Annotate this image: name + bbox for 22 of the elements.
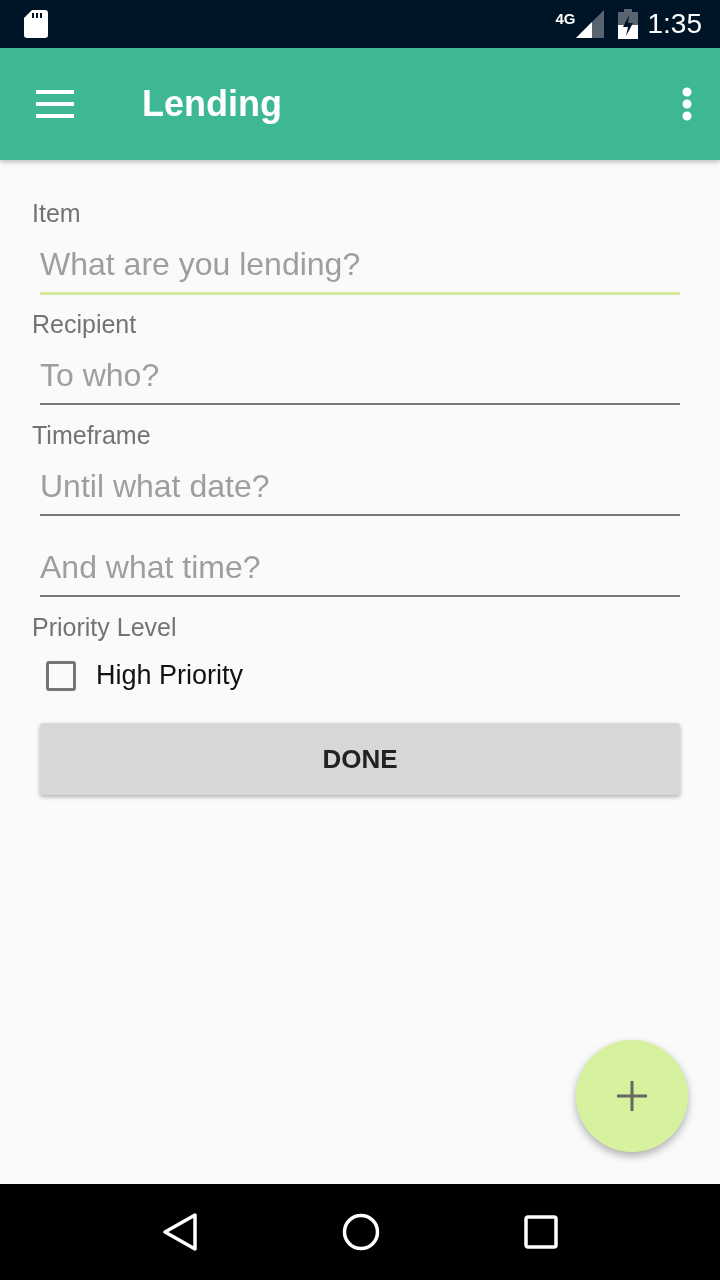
field-label: Item bbox=[32, 198, 82, 228]
sd-card-icon bbox=[24, 10, 48, 38]
input-field[interactable]: And what time? bbox=[40, 539, 680, 597]
clock: 1:35 bbox=[647, 8, 702, 40]
plus-icon bbox=[617, 1081, 647, 1111]
field-label: Timeframe bbox=[32, 420, 152, 450]
home-icon[interactable] bbox=[342, 1213, 380, 1251]
input-field[interactable]: To who? bbox=[40, 347, 680, 405]
field-label: Priority Level bbox=[32, 612, 178, 642]
checkbox[interactable] bbox=[46, 660, 76, 691]
recents-icon[interactable] bbox=[524, 1215, 558, 1249]
app-title: Lending bbox=[142, 83, 282, 125]
checkbox-label: High Priority bbox=[96, 660, 244, 691]
network-type: 4G bbox=[555, 10, 576, 27]
signal-icon bbox=[575, 10, 604, 38]
field-label: Recipient bbox=[32, 309, 138, 339]
menu-icon[interactable] bbox=[36, 90, 74, 118]
done-button[interactable]: DONE bbox=[40, 723, 680, 795]
input-field[interactable]: Until what date? bbox=[40, 458, 680, 516]
back-icon[interactable] bbox=[162, 1212, 198, 1252]
more-options-icon[interactable] bbox=[682, 87, 692, 121]
battery-icon bbox=[617, 9, 638, 39]
